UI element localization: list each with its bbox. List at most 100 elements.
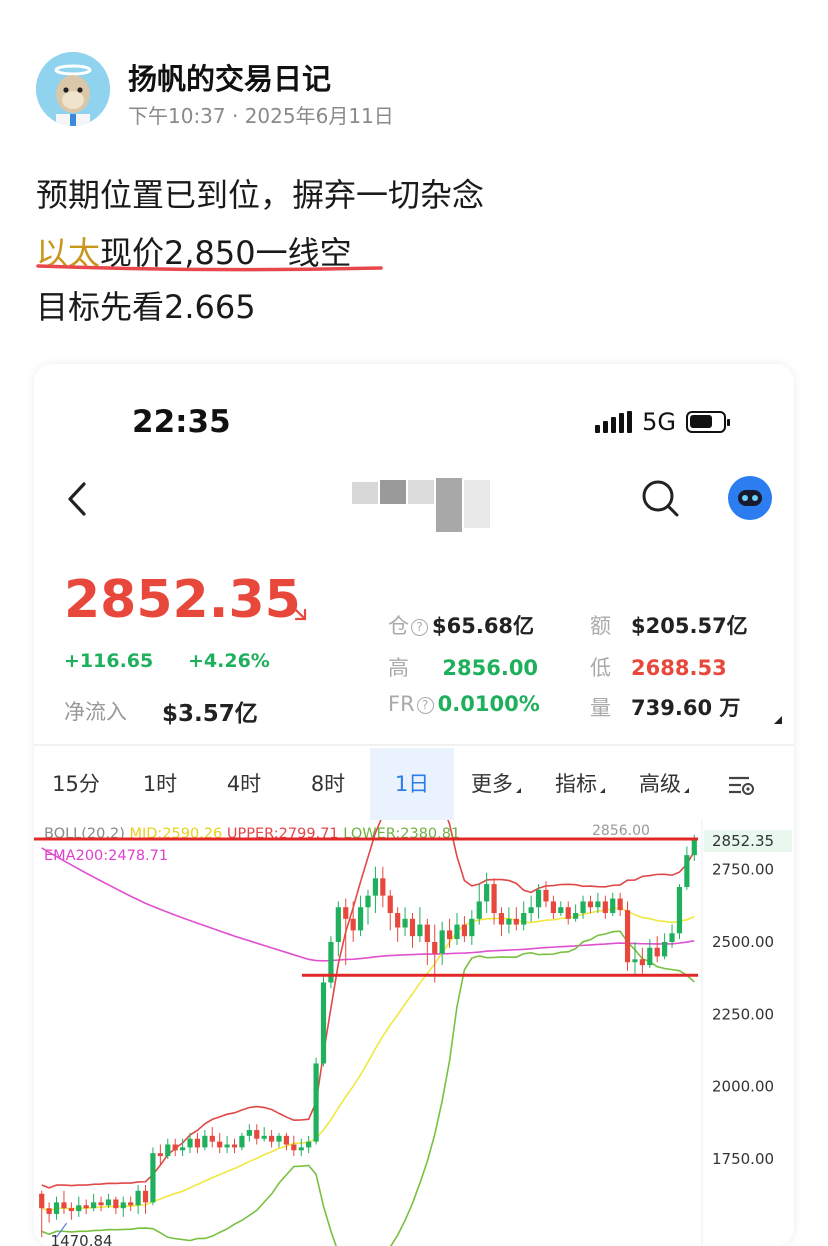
candle-body xyxy=(298,1147,304,1151)
post-header: 扬帆的交易日记 下午10:37 · 2025年6月11日 xyxy=(36,52,796,132)
candle-body xyxy=(461,924,467,937)
candle-body xyxy=(446,930,453,940)
candle-body xyxy=(165,1144,171,1157)
candle-body xyxy=(320,982,327,1064)
candle-body xyxy=(150,1153,156,1203)
y-tick-label: 2250.00 xyxy=(712,1005,774,1023)
candle-body xyxy=(135,1190,141,1206)
search-icon[interactable] xyxy=(640,478,680,518)
candle-body xyxy=(98,1202,104,1206)
candle-body xyxy=(587,901,594,908)
dropdown-corner-icon xyxy=(600,788,605,793)
candle-body xyxy=(187,1138,193,1148)
candle-body xyxy=(120,1202,126,1209)
chart-settings-button[interactable] xyxy=(706,748,776,820)
candle-body xyxy=(506,918,512,925)
back-arrow-icon[interactable] xyxy=(62,476,92,522)
dropdown-corner-icon xyxy=(684,788,689,793)
tab-4h[interactable]: 4时 xyxy=(202,748,286,820)
candle-body xyxy=(476,901,482,919)
tab-advanced[interactable]: 高级 xyxy=(622,748,706,820)
status-time: 22:35 xyxy=(132,404,231,440)
y-tick-label: 2750.00 xyxy=(712,861,774,879)
red-underline-mark xyxy=(36,264,383,272)
candlestick-chart[interactable]: BOLL(20,2) MID:2590.26 UPPER:2799.71 LOW… xyxy=(34,820,794,1246)
chart-canvas[interactable]: 2750.00 2500.00 2250.00 2000.00 1750.00 2856.… xyxy=(34,820,794,1246)
candle-body xyxy=(409,918,416,937)
candle-body xyxy=(535,889,542,908)
help-icon: ? xyxy=(411,619,428,636)
candle-body xyxy=(105,1199,112,1206)
down-arrow-icon xyxy=(290,604,307,621)
candle-body xyxy=(491,884,497,914)
candle-body xyxy=(357,907,364,931)
candle-body xyxy=(313,1063,319,1142)
candle-body xyxy=(350,918,356,931)
candle-body xyxy=(469,918,475,937)
candle-body xyxy=(172,1144,178,1151)
candle-body xyxy=(276,1135,282,1142)
candle-body xyxy=(254,1130,260,1139)
help-icon: ? xyxy=(416,697,434,714)
tab-more[interactable]: 更多 xyxy=(454,748,538,820)
netflow-label: 净流入 xyxy=(64,700,127,724)
candle-body xyxy=(372,878,379,896)
author-name[interactable]: 扬帆的交易日记 xyxy=(128,56,331,98)
candle-body xyxy=(543,889,549,902)
blurred-title xyxy=(352,478,490,532)
price-change-abs: +116.65 xyxy=(64,650,154,672)
candle-body xyxy=(224,1144,230,1148)
candle-body xyxy=(669,933,675,942)
candle-body xyxy=(68,1208,74,1212)
candle-body xyxy=(217,1141,223,1148)
candle-body xyxy=(632,959,638,963)
candle-body xyxy=(157,1153,163,1157)
avatar[interactable] xyxy=(36,52,110,126)
current-price: 2852.35 xyxy=(64,570,301,630)
embedded-screenshot[interactable]: 22:35 5G 2852.35 +116.65 +4.26% 净流入 $3.5… xyxy=(34,364,794,1246)
post-timestamp: 下午10:37 · 2025年6月11日 xyxy=(128,104,394,128)
avatar-monkey-icon xyxy=(36,52,110,126)
candle-body xyxy=(76,1205,82,1212)
status-icons: 5G xyxy=(595,408,730,436)
divider xyxy=(34,744,794,746)
candle-body xyxy=(662,941,668,957)
candle-body xyxy=(180,1147,186,1151)
tab-1d[interactable]: 1日 xyxy=(370,748,454,820)
candle-body xyxy=(246,1130,252,1136)
candle-body xyxy=(676,886,683,934)
candle-body xyxy=(283,1135,290,1145)
candle-body xyxy=(343,907,349,919)
candle-body xyxy=(239,1135,245,1148)
bot-assistant-icon[interactable] xyxy=(728,476,772,520)
tab-indicators[interactable]: 指标 xyxy=(538,748,622,820)
tab-1h[interactable]: 1时 xyxy=(118,748,202,820)
candle-body xyxy=(202,1135,208,1148)
candle-body xyxy=(573,913,579,919)
candle-body xyxy=(291,1144,297,1151)
candle-body xyxy=(432,941,438,954)
tab-8h[interactable]: 8时 xyxy=(286,748,370,820)
candle-body xyxy=(39,1193,45,1209)
tab-15m[interactable]: 15分 xyxy=(34,748,118,820)
candle-body xyxy=(610,898,616,914)
candle-body xyxy=(484,884,490,902)
candle-body xyxy=(580,901,586,914)
candle-body xyxy=(424,924,430,942)
candle-body xyxy=(231,1144,238,1148)
candle-body xyxy=(565,907,571,919)
battery-icon xyxy=(686,411,730,433)
candle-body xyxy=(209,1135,215,1142)
boll-upper-line xyxy=(41,820,695,1189)
candle-body xyxy=(53,1202,60,1214)
candle-body xyxy=(439,930,445,954)
post-line-1: 预期位置已到位，摒弃一切杂念 xyxy=(36,176,485,214)
y-tick-label: 2500.00 xyxy=(712,933,774,951)
post-line-3: 目标先看2.665 xyxy=(36,288,256,326)
candle-body xyxy=(654,947,660,957)
expand-corner-icon[interactable] xyxy=(774,716,782,724)
candle-body xyxy=(269,1135,275,1142)
candle-body xyxy=(513,918,519,925)
stat-funding-rate: FR? 0.0100% xyxy=(388,692,540,716)
candle-body xyxy=(142,1190,149,1203)
